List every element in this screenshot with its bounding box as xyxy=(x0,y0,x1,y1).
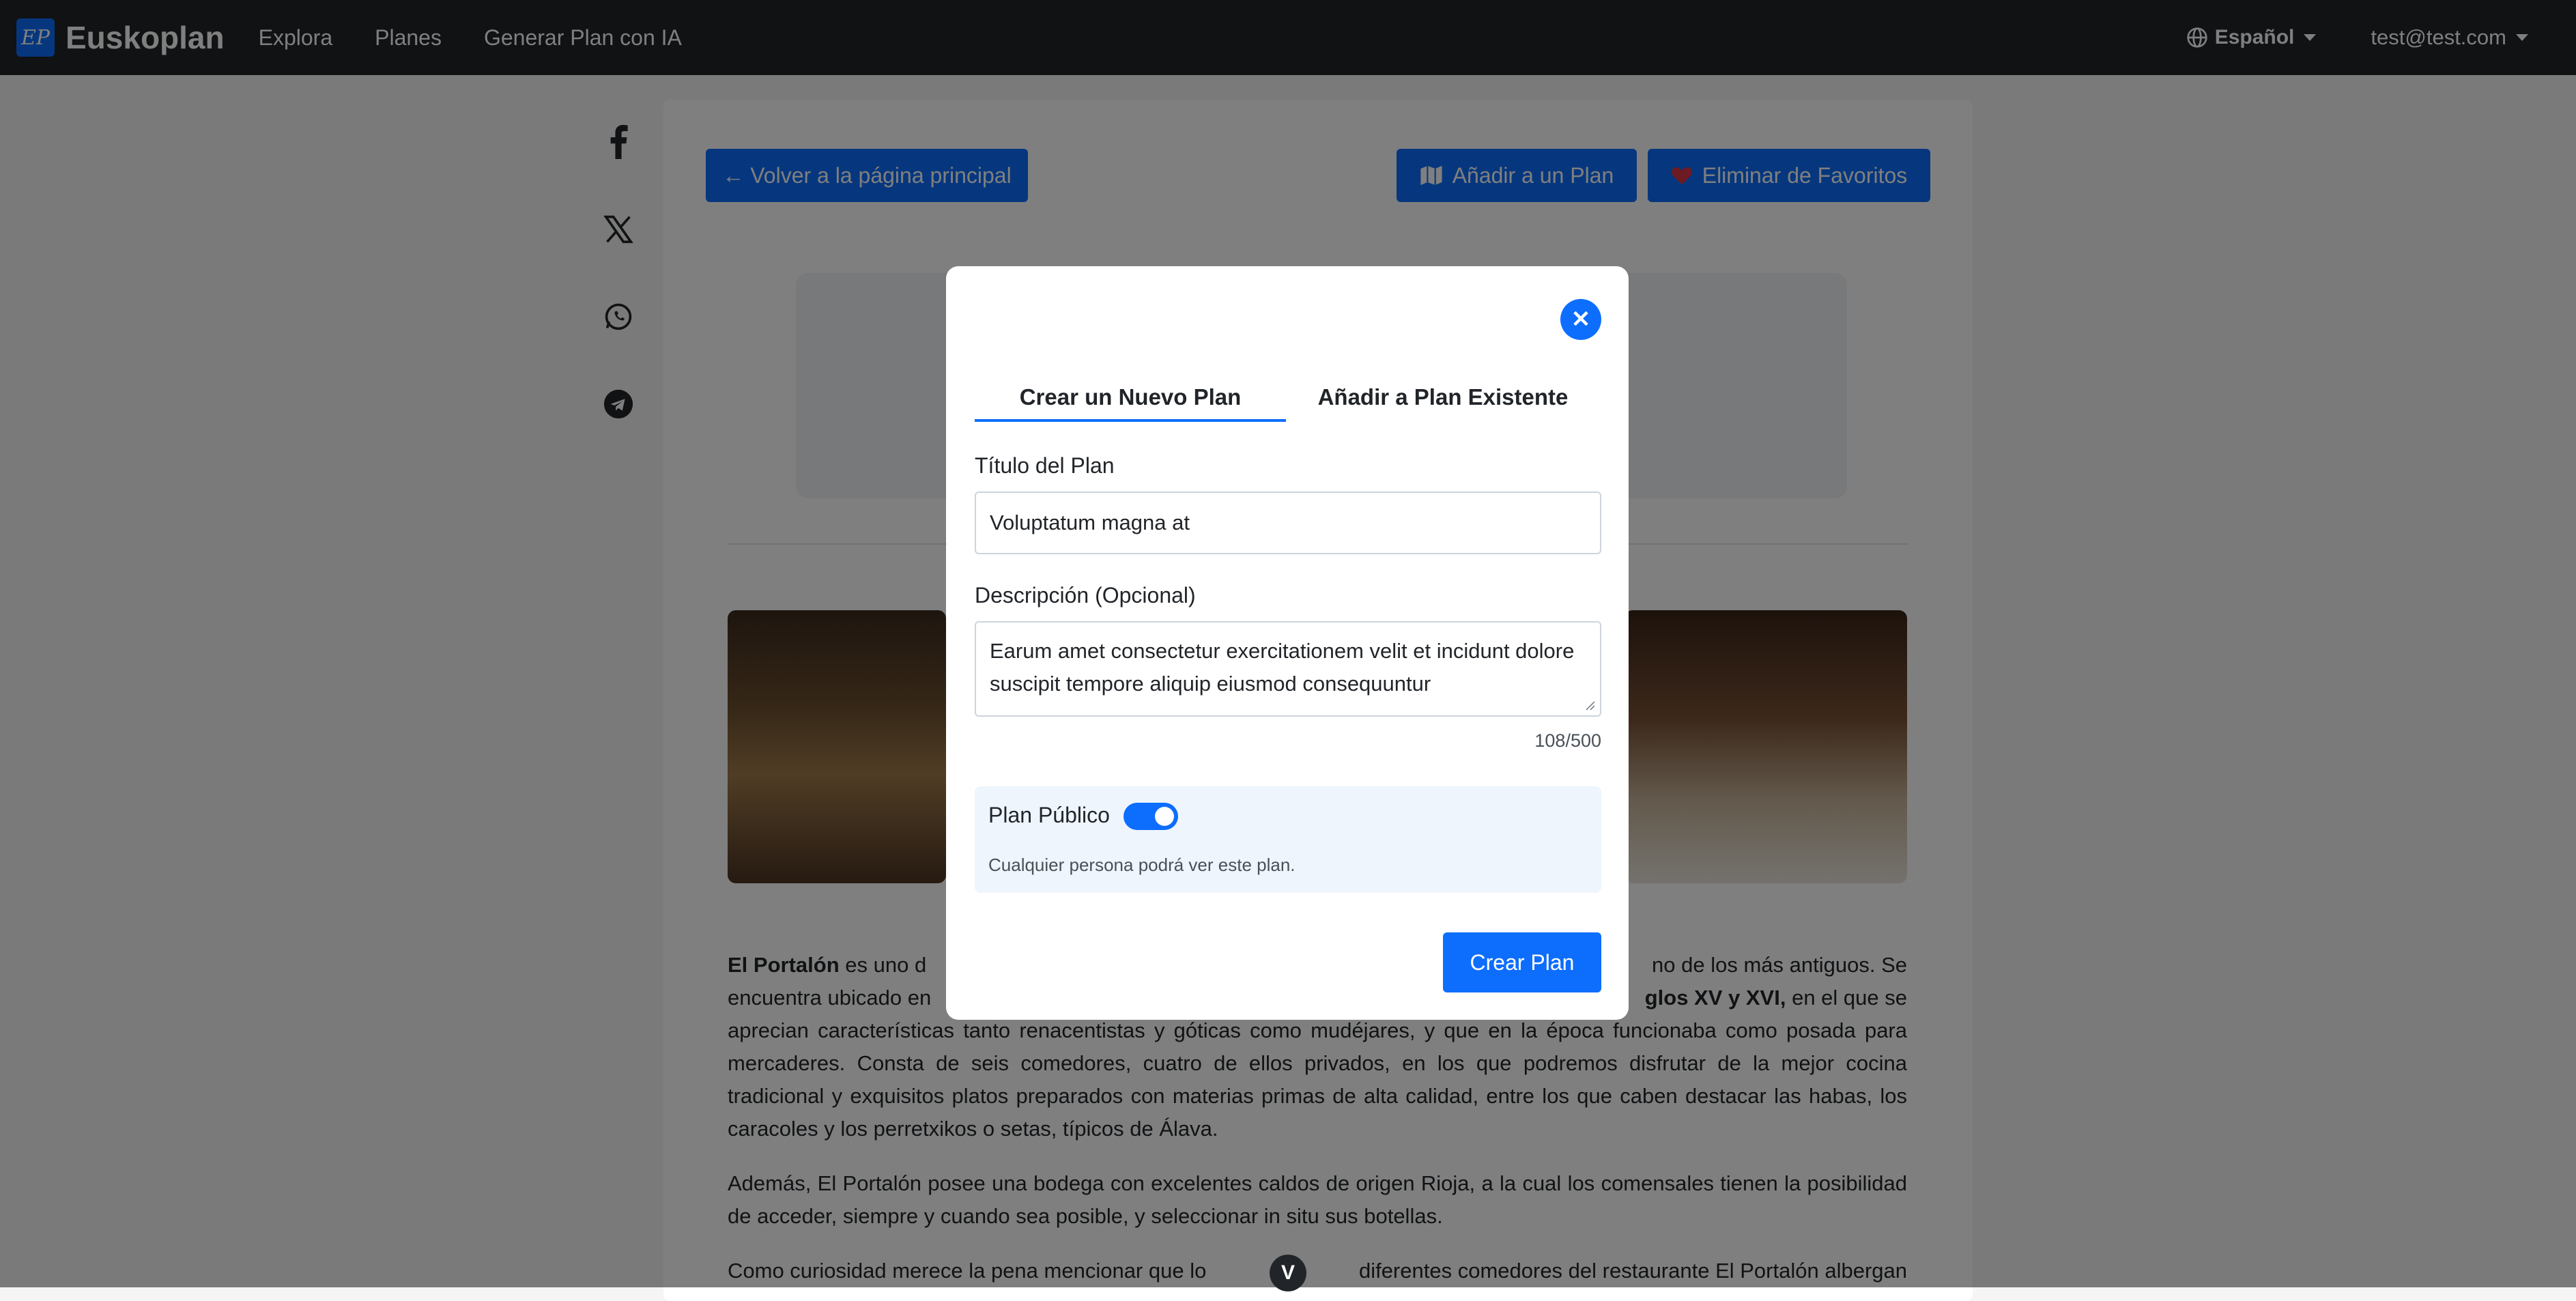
public-plan-hint: Cualquier persona podrá ver este plan. xyxy=(988,855,1296,875)
plan-description-textarea[interactable]: Earum amet consectetur exercitationem ve… xyxy=(975,621,1601,717)
public-plan-toggle[interactable] xyxy=(1124,803,1178,830)
scroll-down-button[interactable]: V xyxy=(1270,1255,1306,1291)
plan-title-label: Título del Plan xyxy=(975,453,1115,478)
close-modal-button[interactable]: ✕ xyxy=(1560,299,1601,340)
tab-add-to-existing-plan[interactable]: Añadir a Plan Existente xyxy=(1286,375,1600,419)
plan-title-input[interactable]: Voluptatum magna at xyxy=(975,491,1601,554)
plan-description-text: Earum amet consectetur exercitationem ve… xyxy=(990,639,1575,696)
character-counter: 108/500 xyxy=(1534,730,1601,751)
toggle-knob xyxy=(1155,807,1174,826)
plan-description-label: Descripción (Opcional) xyxy=(975,583,1196,607)
tab-create-new-plan[interactable]: Crear un Nuevo Plan xyxy=(975,375,1286,422)
create-plan-button[interactable]: Crear Plan xyxy=(1443,932,1601,992)
public-plan-label: Plan Público xyxy=(988,803,1110,827)
add-to-plan-modal: ✕ Crear un Nuevo Plan Añadir a Plan Exis… xyxy=(946,266,1629,1020)
resize-handle-icon[interactable] xyxy=(1584,699,1596,711)
public-plan-box: Plan Público Cualquier persona podrá ver… xyxy=(975,786,1601,893)
